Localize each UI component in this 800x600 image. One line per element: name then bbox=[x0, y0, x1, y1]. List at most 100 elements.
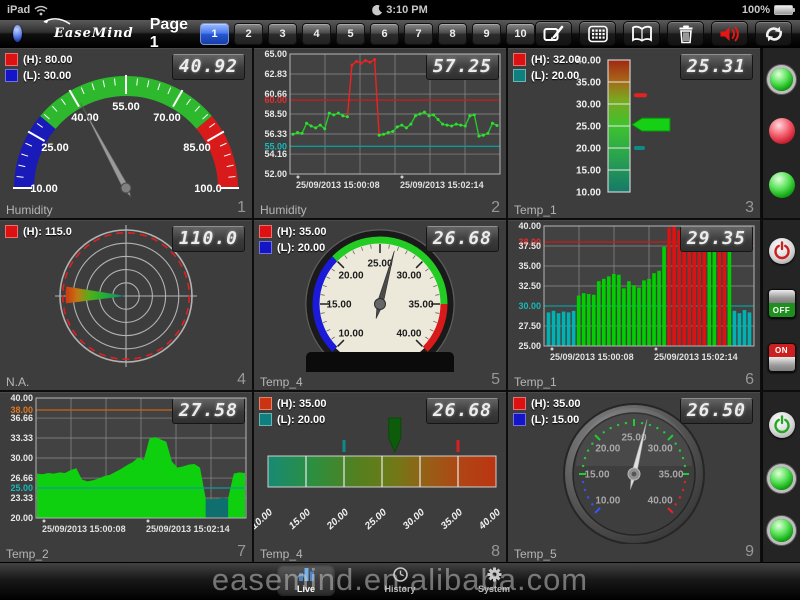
tab-bar: Live History System bbox=[277, 565, 523, 596]
legend-text: (H): 80.00 bbox=[23, 54, 73, 66]
panel-label: Temp_2 bbox=[6, 547, 49, 561]
page-button-2[interactable]: 2 bbox=[234, 23, 263, 45]
legend-text: (L): 15.00 bbox=[531, 414, 579, 426]
indicator-orb-green[interactable] bbox=[770, 519, 793, 542]
grid-button[interactable] bbox=[579, 21, 616, 46]
power-button[interactable] bbox=[769, 238, 795, 264]
panel-8-hmeter[interactable]: (H): 35.00(L): 20.0026.6810.0015.0020.00… bbox=[254, 392, 506, 562]
page-button-6[interactable]: 6 bbox=[370, 23, 399, 45]
panel-number: 8 bbox=[491, 543, 500, 561]
legend-row: (L): 20.00 bbox=[259, 413, 327, 426]
indicator-orb-green[interactable] bbox=[770, 467, 793, 490]
bars-icon bbox=[296, 566, 317, 583]
edit-icon bbox=[542, 24, 566, 44]
book-button[interactable] bbox=[623, 21, 660, 46]
page-button-3[interactable]: 3 bbox=[268, 23, 297, 45]
gauge-dot bbox=[656, 427, 658, 429]
gauge-tick-label: 10.00 bbox=[595, 496, 620, 507]
bar bbox=[743, 310, 747, 346]
panel-6-bar[interactable]: 29.3540.0038.0037.5035.0032.5030.0027.50… bbox=[508, 220, 760, 390]
tab-live[interactable]: Live bbox=[277, 565, 335, 596]
side-button-strip bbox=[762, 392, 800, 562]
data-point bbox=[482, 134, 485, 137]
bar bbox=[577, 296, 581, 346]
rocker-switch-on[interactable]: ON bbox=[768, 343, 796, 372]
legend-row: (L): 15.00 bbox=[513, 413, 581, 426]
data-point bbox=[364, 59, 367, 62]
bar bbox=[733, 311, 737, 346]
panel-1-gauge-semi[interactable]: (H): 80.00(L): 30.0040.9210.0025.0040.00… bbox=[0, 48, 252, 218]
panel-number: 9 bbox=[745, 543, 754, 561]
legend-text: (H): 32.00 bbox=[531, 54, 581, 66]
data-point bbox=[332, 113, 335, 116]
panel-footer: Humidity1 bbox=[0, 200, 252, 218]
panel-label: Temp_1 bbox=[514, 203, 557, 217]
logo-swoosh-icon bbox=[42, 17, 72, 29]
data-point bbox=[405, 126, 408, 129]
page-button-4[interactable]: 4 bbox=[302, 23, 331, 45]
legend-text: (H): 35.00 bbox=[277, 226, 327, 238]
indicator-orb-green[interactable] bbox=[769, 172, 795, 198]
panel-4-polar[interactable]: (H): 115.0110.0N.A.4 bbox=[0, 220, 252, 390]
panel-9-gauge-dial[interactable]: (H): 35.00(L): 15.0026.5010.0015.0020.00… bbox=[508, 392, 760, 562]
bar bbox=[572, 311, 576, 346]
indicator-orb-green[interactable] bbox=[770, 68, 793, 91]
legend-swatch bbox=[513, 397, 526, 410]
gauge-dot bbox=[591, 503, 593, 505]
bar bbox=[592, 295, 596, 346]
x-tick-dot bbox=[655, 348, 658, 351]
data-point bbox=[496, 124, 499, 127]
data-point bbox=[455, 123, 458, 126]
panel-legend: (H): 35.00(L): 20.00 bbox=[259, 225, 327, 254]
speaker-button[interactable] bbox=[711, 21, 748, 46]
page-buttons: 12345678910 bbox=[200, 23, 535, 45]
page-button-9[interactable]: 9 bbox=[472, 23, 501, 45]
panel-2-line[interactable]: 57.2565.0062.8360.6660.0058.5056.3355.00… bbox=[254, 48, 506, 218]
page-button-1[interactable]: 1 bbox=[200, 23, 229, 45]
y-tick-label: 26.66 bbox=[10, 473, 33, 483]
panel-label: Temp_5 bbox=[514, 547, 557, 561]
panel-label: N.A. bbox=[6, 375, 29, 389]
trash-button[interactable] bbox=[667, 21, 704, 46]
sync-button[interactable] bbox=[755, 21, 792, 46]
value-display: 25.31 bbox=[680, 54, 753, 80]
bar bbox=[748, 312, 752, 346]
rocker-switch-off[interactable]: OFF bbox=[768, 289, 796, 318]
gauge-dot bbox=[684, 481, 686, 483]
gauge-tick-label: 70.00 bbox=[153, 112, 181, 124]
x-tick-dot bbox=[43, 520, 46, 523]
panel-7-area[interactable]: 27.5840.0038.0036.6633.3330.0026.6625.00… bbox=[0, 392, 252, 562]
panel-legend: (H): 115.0 bbox=[5, 225, 72, 238]
page-button-8[interactable]: 8 bbox=[438, 23, 467, 45]
panel-5-gauge-round[interactable]: (H): 35.00(L): 20.0026.6810.0015.0020.00… bbox=[254, 220, 506, 390]
data-point bbox=[486, 132, 489, 135]
battery-icon bbox=[774, 5, 793, 15]
gauge-base bbox=[306, 352, 454, 372]
value-display: 27.58 bbox=[172, 398, 245, 424]
page-button-10[interactable]: 10 bbox=[506, 23, 535, 45]
indicator-orb-red[interactable] bbox=[769, 118, 795, 144]
value-display: 40.92 bbox=[172, 54, 245, 80]
data-point bbox=[378, 134, 381, 137]
home-orb-button[interactable] bbox=[13, 25, 22, 42]
panel-footer: Temp_48 bbox=[254, 544, 506, 562]
meter-tick-label: 20.00 bbox=[324, 507, 351, 533]
page-button-5[interactable]: 5 bbox=[336, 23, 365, 45]
power-button[interactable] bbox=[769, 412, 795, 438]
tab-label: System bbox=[478, 584, 510, 594]
clock-icon bbox=[390, 566, 411, 583]
y-tick-label: 56.33 bbox=[264, 129, 287, 139]
panel-label: Temp_4 bbox=[260, 375, 303, 389]
bar bbox=[607, 276, 611, 346]
y-tick-label: 40.00 bbox=[518, 221, 541, 231]
wifi-icon bbox=[34, 5, 48, 16]
legend-row: (H): 35.00 bbox=[259, 397, 327, 410]
edit-button[interactable] bbox=[535, 21, 572, 46]
panel-label: Humidity bbox=[260, 203, 307, 217]
tab-system[interactable]: System bbox=[465, 565, 523, 596]
tab-history[interactable]: History bbox=[371, 565, 429, 596]
panel-3-thermometer[interactable]: (H): 32.00(L): 20.0025.3140.0035.0030.00… bbox=[508, 48, 760, 218]
x-tick-dot bbox=[401, 176, 404, 179]
page-button-7[interactable]: 7 bbox=[404, 23, 433, 45]
x-tick-dot bbox=[551, 348, 554, 351]
